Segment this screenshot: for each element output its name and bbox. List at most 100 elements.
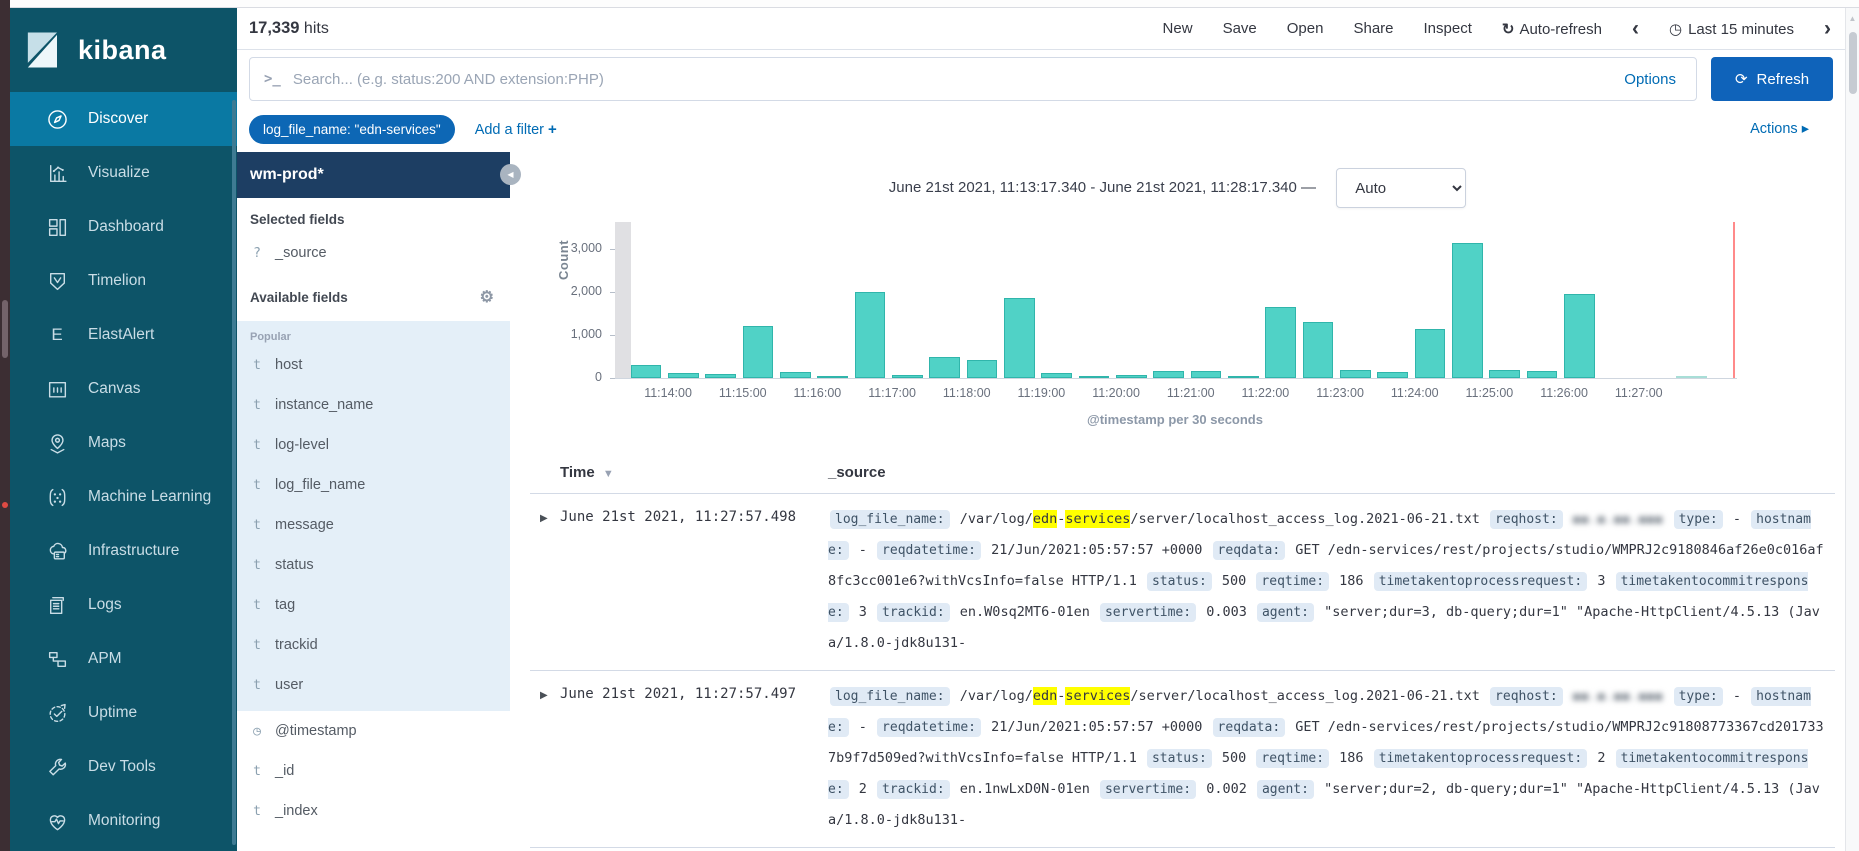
field-item-message[interactable]: tmessage	[237, 505, 510, 545]
histogram-chart: Count 3,0002,0001,0000 11:14:0011:15:001…	[530, 214, 1800, 444]
field-item-trackid[interactable]: ttrackid	[237, 625, 510, 665]
time-back-button[interactable]: ‹	[1632, 18, 1639, 39]
sidebar-item-discover[interactable]: Discover	[10, 92, 237, 146]
sidebar-item-maps[interactable]: Maps	[10, 416, 237, 470]
scrollbar-up-arrow[interactable]: ▲	[1846, 14, 1859, 23]
page-scrollbar-thumb[interactable]	[1849, 32, 1857, 94]
field-item-status[interactable]: tstatus	[237, 545, 510, 585]
filter-pill[interactable]: log_file_name: "edn-services"	[249, 115, 455, 144]
sidebar-item-uptime[interactable]: Uptime	[10, 686, 237, 740]
other-fields-list: ◷@timestampt_idt_index	[237, 711, 510, 831]
sidebar-item-machine-learning[interactable]: Machine Learning	[10, 470, 237, 524]
time-forward-button[interactable]: ›	[1824, 18, 1831, 39]
top-menu: NewSaveOpenShareInspect ↻Auto-refresh ‹ …	[1163, 18, 1831, 39]
histogram-bar[interactable]	[743, 326, 774, 378]
sidebar-item-apm[interactable]: APM	[10, 632, 237, 686]
histogram-bar[interactable]	[1303, 322, 1334, 378]
field-name: host	[275, 357, 302, 373]
page-scrollbar: ▲	[1845, 8, 1859, 851]
time-range-text: June 21st 2021, 11:13:17.340 - June 21st…	[889, 179, 1316, 196]
histogram-bar[interactable]	[631, 365, 662, 378]
options-button[interactable]: Options	[1604, 71, 1696, 88]
sidebar-item-logs[interactable]: Logs	[10, 578, 237, 632]
sidebar-item-canvas[interactable]: Canvas	[10, 362, 237, 416]
field-item-log-level[interactable]: tlog-level	[237, 425, 510, 465]
histogram-bar[interactable]	[1340, 370, 1371, 378]
x-axis-tick-label: 11:18:00	[930, 386, 1004, 400]
time-column-header[interactable]: Time ▼	[560, 464, 828, 481]
histogram-bar[interactable]	[1004, 298, 1035, 378]
histogram-bar[interactable]	[1564, 294, 1595, 378]
x-axis-tick-label: 11:24:00	[1378, 386, 1452, 400]
histogram-bar[interactable]	[855, 292, 886, 378]
field-item-log_file_name[interactable]: tlog_file_name	[237, 465, 510, 505]
refresh-cycle-icon: ↻	[1502, 21, 1515, 38]
field-key-badge: agent:	[1257, 780, 1314, 799]
field-settings-gear-icon[interactable]: ⚙	[480, 287, 494, 307]
source-text: 21/Jun/2021:05:57:57 +0000	[983, 542, 1211, 558]
histogram-bar[interactable]	[1452, 243, 1483, 378]
field-item-@timestamp[interactable]: ◷@timestamp	[237, 711, 510, 751]
field-key-badge: status:	[1147, 572, 1212, 591]
histogram-bar[interactable]	[1191, 371, 1222, 378]
search-row: >_ Options ⟳ Refresh	[249, 57, 1833, 101]
sidebar-item-monitoring[interactable]: Monitoring	[10, 794, 237, 848]
main-area: 17,339 hits NewSaveOpenShareInspect ↻Aut…	[237, 8, 1845, 851]
source-text: 3	[1589, 573, 1613, 589]
menu-item-save[interactable]: Save	[1223, 20, 1257, 37]
field-item-_source[interactable]: ?_source	[237, 233, 510, 273]
field-item-_index[interactable]: t_index	[237, 791, 510, 831]
sidebar-item-elastalert[interactable]: EElastAlert	[10, 308, 237, 362]
popular-fields-block: Popular thosttinstance_nametlog-leveltlo…	[237, 321, 510, 711]
add-filter-button[interactable]: Add a filter +	[475, 121, 557, 138]
field-item-_id[interactable]: t_id	[237, 751, 510, 791]
documents-table: Time ▼ _source ▶June 21st 2021, 11:27:57…	[530, 452, 1835, 851]
histogram-bar[interactable]	[1153, 371, 1184, 378]
sidebar-item-visualize[interactable]: Visualize	[10, 146, 237, 200]
field-item-host[interactable]: thost	[237, 345, 510, 385]
sidebar-scrollbar-thumb[interactable]	[232, 100, 236, 845]
histogram-bar[interactable]	[1415, 329, 1446, 378]
time-range-picker[interactable]: ◷Last 15 minutes	[1669, 20, 1794, 38]
sidebar-item-dev-tools[interactable]: Dev Tools	[10, 740, 237, 794]
x-axis-tick-label: 11:27:00	[1602, 386, 1676, 400]
actions-button[interactable]: Actions ▸	[1750, 121, 1809, 137]
sidebar-item-infrastructure[interactable]: Infrastructure	[10, 524, 237, 578]
auto-refresh-button[interactable]: ↻Auto-refresh	[1502, 20, 1602, 38]
menu-item-share[interactable]: Share	[1353, 20, 1393, 37]
menu-item-inspect[interactable]: Inspect	[1424, 20, 1472, 37]
histogram-bar[interactable]	[1527, 371, 1558, 378]
expand-row-button[interactable]: ▶	[530, 504, 560, 524]
histogram-bar[interactable]	[1265, 307, 1296, 378]
interval-select[interactable]: Auto	[1336, 168, 1466, 208]
menu-item-open[interactable]: Open	[1287, 20, 1324, 37]
expand-row-button[interactable]: ▶	[530, 681, 560, 701]
x-axis-tick-label: 11:14:00	[631, 386, 705, 400]
search-input[interactable]	[293, 71, 1604, 88]
sidebar-item-label: Infrastructure	[88, 542, 179, 560]
text-type-icon: t	[251, 438, 263, 453]
y-axis-tick-label: 2,000	[540, 284, 602, 298]
sidebar-item-timelion[interactable]: Timelion	[10, 254, 237, 308]
field-key-badge: log_file_name:	[830, 687, 950, 706]
filter-bar: log_file_name: "edn-services" Add a filt…	[237, 114, 1845, 144]
edge-scrollbar-thumb[interactable]	[2, 300, 8, 358]
index-pattern-selector[interactable]: wm-prod*	[237, 152, 510, 198]
field-item-user[interactable]: tuser	[237, 665, 510, 705]
refresh-button[interactable]: ⟳ Refresh	[1711, 57, 1833, 101]
x-axis-tick-label: 11:20:00	[1079, 386, 1153, 400]
histogram-bar[interactable]	[929, 357, 960, 379]
sidebar-item-dashboard[interactable]: Dashboard	[10, 200, 237, 254]
field-key-badge: reqdatetime:	[877, 541, 981, 560]
histogram-bar[interactable]	[1489, 370, 1520, 378]
selected-fields-heading: Selected fields	[237, 198, 510, 233]
kibana-logo[interactable]: kibana	[10, 8, 237, 92]
field-item-tag[interactable]: ttag	[237, 585, 510, 625]
field-name: user	[275, 677, 303, 693]
histogram-bar[interactable]	[967, 360, 998, 378]
menu-item-new[interactable]: New	[1163, 20, 1193, 37]
field-name: message	[275, 517, 334, 533]
text-type-icon: t	[251, 478, 263, 493]
collapse-fields-panel-button[interactable]: ◀	[500, 164, 521, 185]
field-item-instance_name[interactable]: tinstance_name	[237, 385, 510, 425]
